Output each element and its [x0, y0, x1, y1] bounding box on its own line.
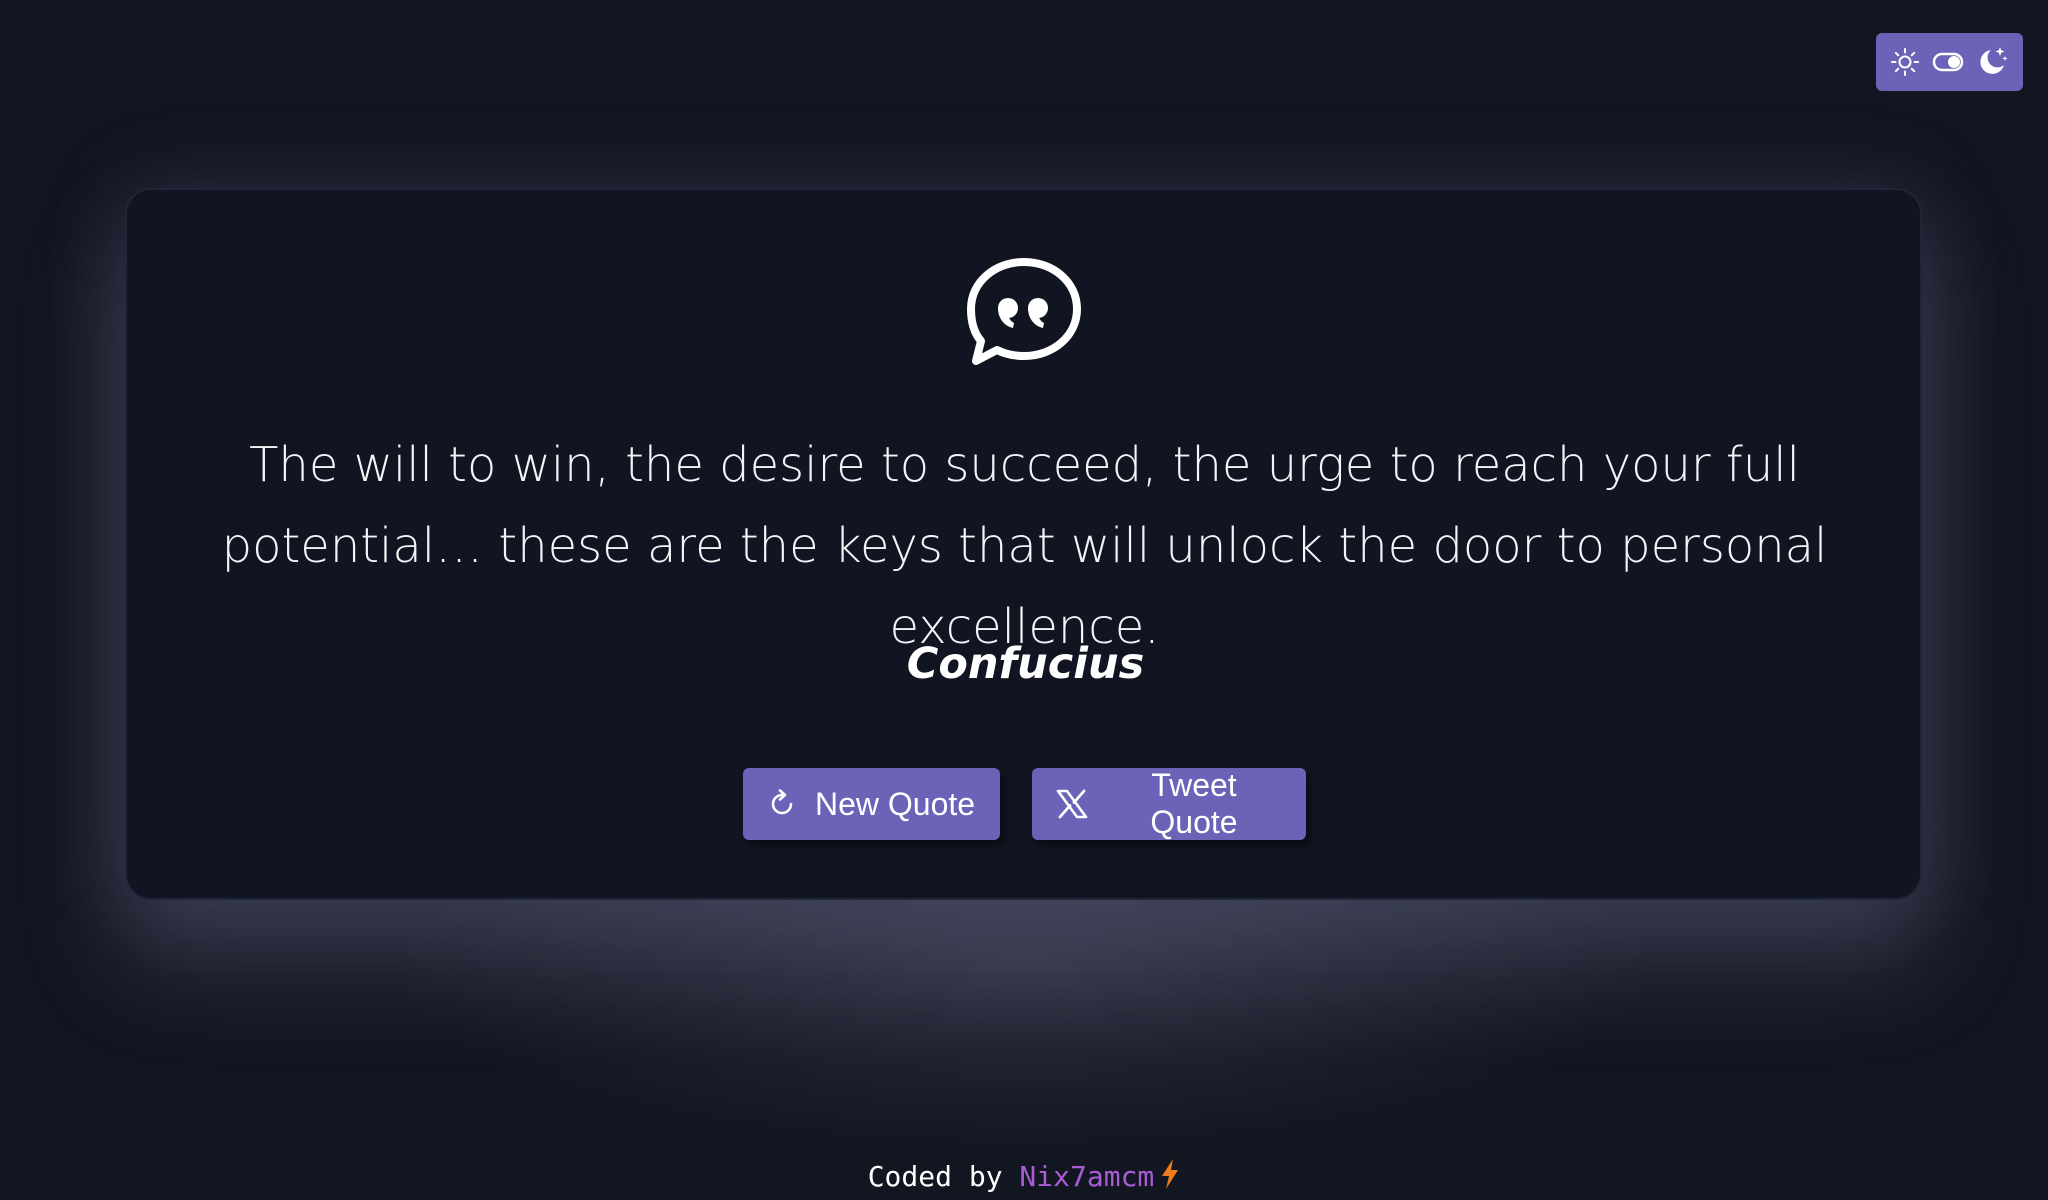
- new-quote-button[interactable]: New Quote: [743, 768, 1000, 840]
- footer-author-link[interactable]: Nix7amcm: [1019, 1160, 1154, 1193]
- moon-stars-icon[interactable]: [1975, 45, 2009, 79]
- lightning-bolt-icon: [1160, 1158, 1180, 1200]
- page: The will to win, the desire to succeed, …: [0, 0, 2048, 1200]
- refresh-icon: [767, 789, 797, 819]
- toggle-switch-icon[interactable]: [1932, 51, 1964, 73]
- footer: Coded by Nix7amcm: [0, 1158, 2048, 1200]
- quote-card: The will to win, the desire to succeed, …: [125, 188, 1922, 900]
- theme-toggle[interactable]: [1876, 33, 2023, 91]
- tweet-quote-label: Tweet Quote: [1150, 767, 1238, 840]
- quote-bubble-icon: [964, 256, 1084, 368]
- quote-author: Confucius: [906, 639, 1145, 689]
- footer-prefix: Coded by: [867, 1160, 1020, 1193]
- quote-text: The will to win, the desire to succeed, …: [221, 437, 1828, 655]
- tweet-quote-button[interactable]: Tweet Quote: [1032, 767, 1306, 840]
- sun-icon[interactable]: [1890, 47, 1920, 77]
- new-quote-label: New Quote: [815, 785, 976, 822]
- x-logo-icon: [1056, 789, 1088, 819]
